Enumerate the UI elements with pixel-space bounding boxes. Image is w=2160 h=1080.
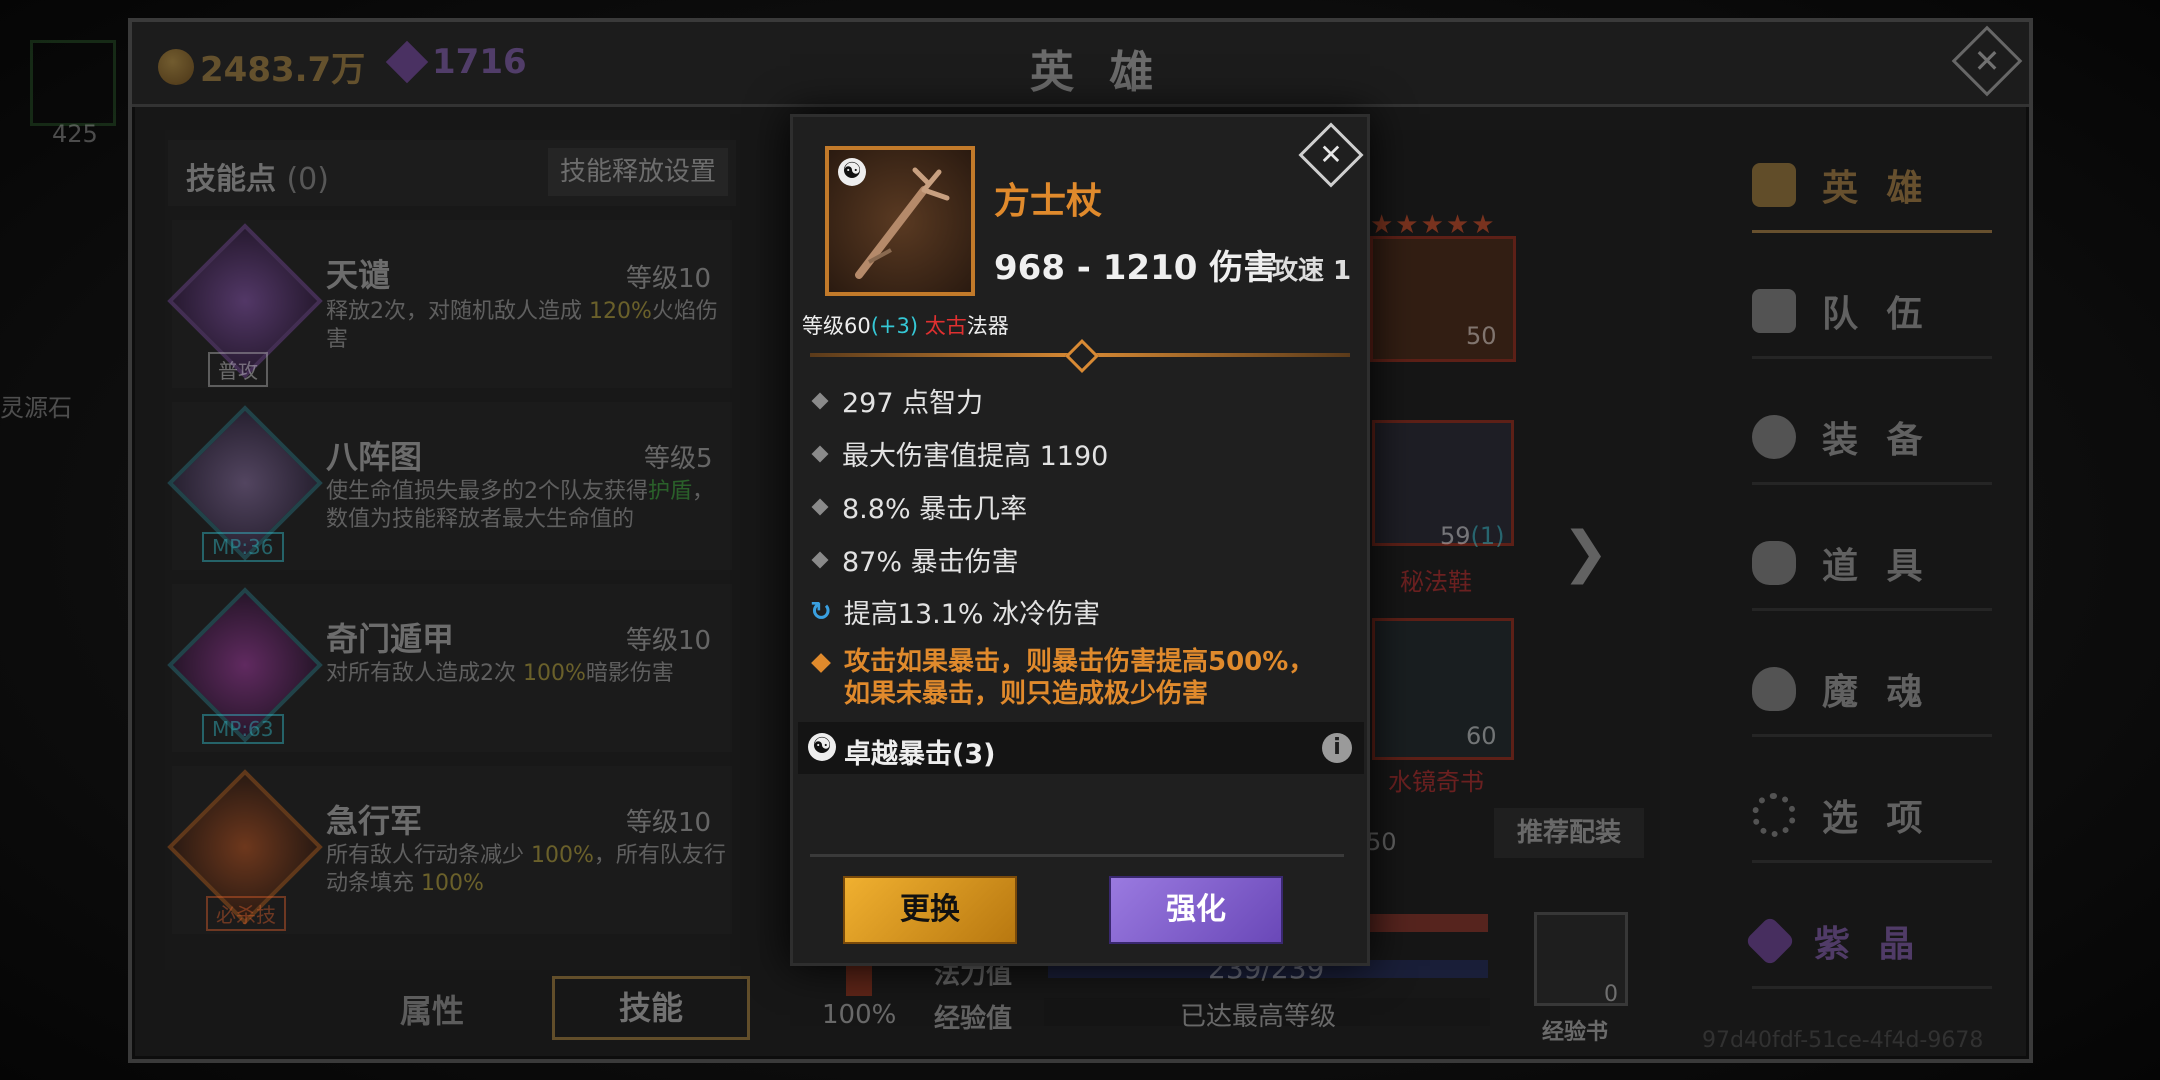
replace-button[interactable]: 更换 <box>843 876 1017 944</box>
skill-tag: MP:36 <box>202 532 284 562</box>
book-name: 水镜奇书 <box>1388 768 1484 796</box>
nav-equipment[interactable]: 装 备 <box>1752 392 1992 485</box>
tab-attributes[interactable]: 属性 <box>400 986 464 1032</box>
skill-name: 急行军 <box>326 802 423 840</box>
exp-book-label: 经验书 <box>1542 1020 1609 1045</box>
chevron-right-icon[interactable]: ❯ <box>1562 520 1609 585</box>
book-level: 60 <box>1466 722 1497 750</box>
special-stat-line: ↻ 提高13.1% 冰冷伤害 <box>810 596 1101 631</box>
outer-number: 425 <box>52 120 98 148</box>
skill-description: 所有敌人行动条减少 100%，所有队友行动条填充 100% <box>326 843 726 896</box>
attack-speed: 攻速 1 <box>1272 256 1352 286</box>
item-damage: 968 - 1210 伤害 <box>994 248 1278 288</box>
hp-partial: 50 <box>1366 828 1397 856</box>
skill-release-settings-button[interactable]: 技能释放设置 <box>548 148 728 196</box>
boots-name: 秘法鞋 <box>1400 568 1472 596</box>
diamond-bullet-icon <box>811 392 829 409</box>
recommend-loadout-button[interactable]: 推荐配装 <box>1494 808 1644 858</box>
diamond-bullet-icon <box>811 445 829 462</box>
gem-counter: 1716 <box>385 40 527 84</box>
skill-points-label: 技能点 (0) <box>186 162 329 197</box>
divider <box>810 854 1344 857</box>
percent-value: 100% <box>822 1000 897 1030</box>
close-icon: ✕ <box>1973 42 2001 80</box>
exp-value: 已达最高等级 <box>1180 1002 1337 1032</box>
stat-line: 8.8% 暴击几率 <box>811 487 1027 526</box>
stat-line: 最大伤害值提高 1190 <box>811 434 1108 473</box>
nav-soul[interactable]: 魔 魂 <box>1752 644 1992 737</box>
close-icon: ✕ <box>1319 138 1343 171</box>
skill-tag: 必杀技 <box>206 896 286 931</box>
skill-name: 天谴 <box>326 256 391 294</box>
exp-label: 经验值 <box>934 1004 1013 1034</box>
skill-description: 对所有敌人造成2次 100%暗影伤害 <box>326 661 674 686</box>
bag-icon <box>1752 541 1796 585</box>
hero-level: 50 <box>1466 322 1497 350</box>
tab-skills[interactable]: 技能 <box>552 976 750 1040</box>
nav-hero[interactable]: 英 雄 <box>1752 140 1992 233</box>
gold-counter: 2483.7万 <box>158 42 365 91</box>
nav-team[interactable]: 队 伍 <box>1752 266 1992 359</box>
skill-level: 等级10 <box>626 264 712 294</box>
refresh-icon: ↻ <box>810 596 832 627</box>
skill-description: 使生命值损失最多的2个队友获得护盾，数值为技能释放者最大生命值的 <box>326 479 715 532</box>
legendary-effect: 攻击如果暴击，则暴击伤害提高500%， 如果未暴击，则只造成极少伤害 <box>844 647 1315 709</box>
stat-line: 87% 暴击伤害 <box>811 540 1019 579</box>
gold-coin-icon <box>158 48 194 85</box>
page-title: 英 雄 <box>1030 47 1164 98</box>
diamond-bullet-icon <box>811 498 829 515</box>
skill-tag: 普攻 <box>208 352 268 387</box>
set-name: 卓越暴击(3) <box>844 739 996 770</box>
nav-items[interactable]: 道 具 <box>1752 518 1992 611</box>
outer-item-frame <box>30 40 116 126</box>
skill-level: 等级5 <box>644 444 713 474</box>
skill-level: 等级10 <box>626 626 712 656</box>
outer-text: 灵源石 <box>0 394 72 422</box>
yin-yang-icon: ☯ <box>838 158 866 186</box>
skill-level: 等级10 <box>626 808 712 838</box>
flag-icon <box>1752 289 1796 333</box>
item-level-line: 等级60(+3) 太古法器 <box>802 314 1009 338</box>
yin-yang-icon: ☯ <box>808 733 836 761</box>
upgrade-button[interactable]: 强化 <box>1109 876 1283 944</box>
stat-line: 297 点智力 <box>811 381 983 420</box>
gold-amount: 2483.7万 <box>200 50 366 90</box>
hero-icon <box>1752 163 1796 207</box>
skill-name: 奇门遁甲 <box>326 620 455 658</box>
gear-icon <box>1752 793 1796 837</box>
skill-name: 八阵图 <box>326 438 423 476</box>
skill-description: 释放2次，对随机敌人造成 120%火焰伤害 <box>326 299 718 352</box>
uuid-text: 97d40fdf-51ce-4f4d-9678 <box>1702 1028 1984 1053</box>
diamond-bullet-icon <box>811 551 829 568</box>
boots-level: 59(1) <box>1440 522 1505 550</box>
gem-amount: 1716 <box>432 42 527 82</box>
info-icon[interactable]: i <box>1322 733 1352 763</box>
nav-options[interactable]: 选 项 <box>1752 770 1992 863</box>
item-name: 方士杖 <box>994 181 1103 222</box>
flame-icon <box>1752 667 1796 711</box>
exp-book-count: 0 <box>1604 982 1618 1007</box>
purple-gem-icon <box>385 40 429 84</box>
nav-amethyst[interactable]: 紫 晶 <box>1744 896 1992 989</box>
helmet-icon <box>1752 415 1796 459</box>
skill-tag: MP:63 <box>202 714 284 744</box>
amethyst-icon <box>1744 915 1796 967</box>
